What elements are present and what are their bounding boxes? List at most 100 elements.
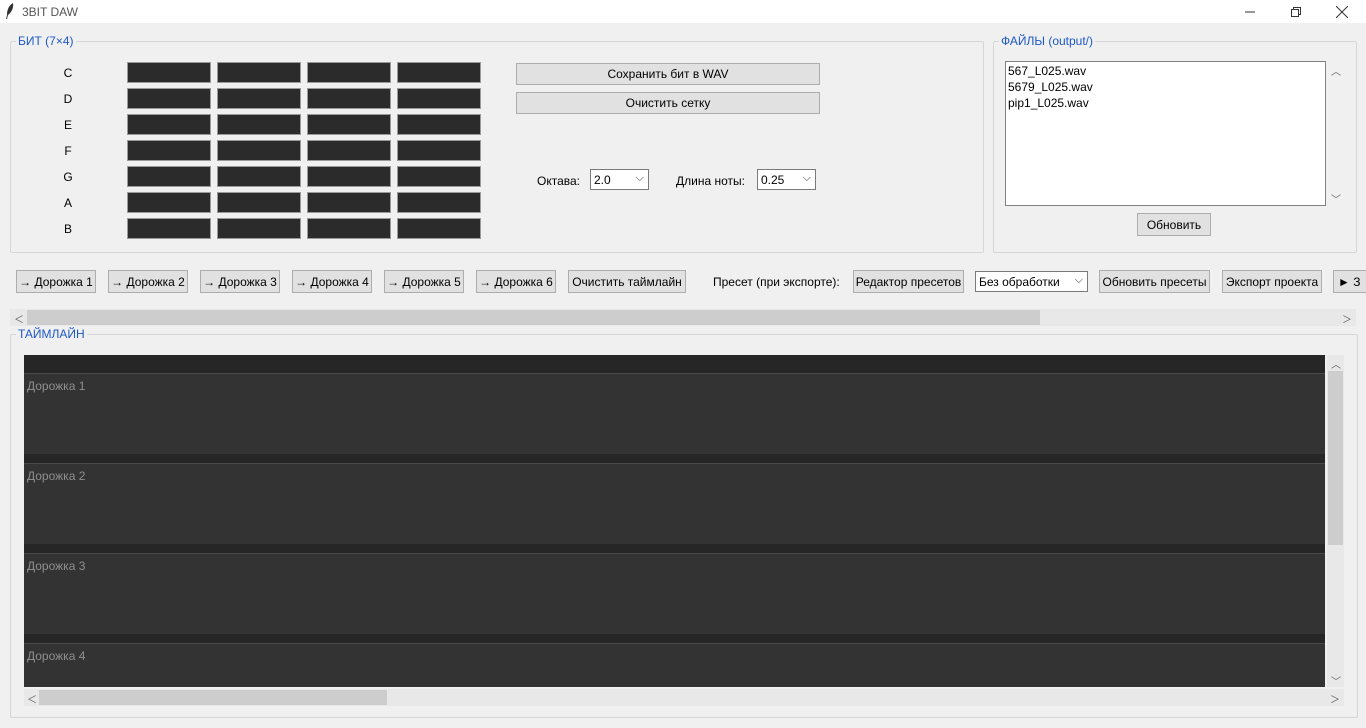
track-lane-3[interactable]: Дорожка 3 bbox=[24, 553, 1325, 634]
beat-cell[interactable] bbox=[217, 218, 301, 239]
beat-cell[interactable] bbox=[307, 166, 391, 187]
beat-cell[interactable] bbox=[127, 62, 211, 83]
beat-cell[interactable] bbox=[217, 88, 301, 109]
note-label-d: D bbox=[63, 92, 73, 106]
chevron-down-icon: ⌵ bbox=[1074, 274, 1083, 286]
note-label-b: B bbox=[63, 222, 72, 236]
beat-cell[interactable] bbox=[397, 140, 481, 161]
clear-timeline-button[interactable]: Очистить таймлайн bbox=[568, 270, 686, 293]
chevron-down-icon: ⌵ bbox=[635, 172, 644, 184]
restore-icon bbox=[1291, 6, 1301, 17]
beat-cell[interactable] bbox=[127, 114, 211, 135]
window-title: 3BIT DAW bbox=[22, 5, 79, 19]
beat-cell[interactable] bbox=[397, 114, 481, 135]
save-beat-wav-button[interactable]: Сохранить бит в WAV bbox=[516, 63, 820, 85]
close-icon bbox=[1336, 5, 1348, 18]
beat-cell[interactable] bbox=[397, 192, 481, 213]
beat-cell[interactable] bbox=[397, 62, 481, 83]
timeline-group-label: ТАЙМЛАЙН bbox=[16, 327, 87, 341]
scroll-down-icon[interactable]: ﹀ bbox=[1331, 191, 1341, 206]
minimize-icon bbox=[1245, 11, 1255, 12]
beat-cell[interactable] bbox=[307, 114, 391, 135]
note-label-f: F bbox=[64, 144, 72, 158]
note-length-select[interactable]: 0.25 ⌵ bbox=[757, 169, 816, 190]
restore-button[interactable] bbox=[1273, 0, 1319, 23]
timeline-vscroll-thumb[interactable] bbox=[1328, 371, 1343, 545]
scroll-left-icon[interactable]: ＜ bbox=[27, 691, 37, 706]
scroll-left-icon[interactable]: ＜ bbox=[14, 311, 24, 326]
octave-value: 2.0 bbox=[594, 173, 611, 187]
note-label-g: G bbox=[63, 170, 73, 184]
beat-cell[interactable] bbox=[217, 62, 301, 83]
timeline-vscrollbar[interactable]: ︿ ﹀ bbox=[1327, 355, 1344, 688]
beat-cell[interactable] bbox=[397, 88, 481, 109]
files-group-label: ФАЙЛЫ (output/) bbox=[999, 34, 1096, 48]
feather-icon bbox=[6, 3, 14, 19]
beat-cell[interactable] bbox=[307, 218, 391, 239]
scroll-right-icon[interactable]: ＞ bbox=[1330, 691, 1340, 706]
send-to-track-6-button[interactable]: → Дорожка 6 bbox=[476, 270, 556, 293]
scroll-up-icon[interactable]: ︿ bbox=[1331, 63, 1341, 78]
send-to-track-2-button[interactable]: → Дорожка 2 bbox=[108, 270, 188, 293]
preset-editor-button[interactable]: Редактор пресетов bbox=[853, 270, 964, 293]
beat-cell[interactable] bbox=[307, 192, 391, 213]
list-item[interactable]: 567_L025.wav bbox=[1008, 64, 1086, 78]
track-label: Дорожка 1 bbox=[27, 379, 86, 393]
beat-cell[interactable] bbox=[127, 218, 211, 239]
chevron-down-icon: ⌵ bbox=[802, 172, 811, 184]
toolbar-scroll-thumb[interactable] bbox=[27, 310, 1040, 325]
beat-cell[interactable] bbox=[127, 166, 211, 187]
track-lane-4[interactable]: Дорожка 4 bbox=[24, 643, 1325, 687]
refresh-files-button[interactable]: Обновить bbox=[1137, 213, 1211, 236]
beat-cell[interactable] bbox=[307, 62, 391, 83]
beat-cell[interactable] bbox=[307, 88, 391, 109]
beat-cell[interactable] bbox=[397, 218, 481, 239]
beat-cell[interactable] bbox=[217, 114, 301, 135]
list-item[interactable]: 5679_L025.wav bbox=[1008, 80, 1093, 94]
refresh-presets-button[interactable]: Обновить пресеты bbox=[1099, 270, 1210, 293]
minimize-button[interactable] bbox=[1227, 0, 1273, 23]
files-listbox[interactable]: 567_L025.wav 5679_L025.wav pip1_L025.wav bbox=[1005, 61, 1326, 206]
scroll-up-icon[interactable]: ︿ bbox=[1331, 356, 1341, 371]
preset-label: Пресет (при экспорте): bbox=[713, 275, 840, 289]
beat-cell[interactable] bbox=[217, 140, 301, 161]
beat-cell[interactable] bbox=[217, 192, 301, 213]
files-vscrollbar[interactable]: ︿ ﹀ bbox=[1327, 61, 1344, 206]
close-button[interactable] bbox=[1319, 0, 1365, 23]
beat-cell[interactable] bbox=[127, 140, 211, 161]
clear-grid-button[interactable]: Очистить сетку bbox=[516, 92, 820, 114]
beat-cell[interactable] bbox=[397, 166, 481, 187]
timeline-canvas[interactable]: Дорожка 1 Дорожка 2 Дорожка 3 Дорожка 4 bbox=[24, 355, 1325, 687]
note-label-c: C bbox=[63, 66, 73, 80]
track-lane-1[interactable]: Дорожка 1 bbox=[24, 373, 1325, 454]
beat-cell[interactable] bbox=[217, 166, 301, 187]
note-label-e: E bbox=[63, 118, 72, 132]
toolbar-hscrollbar[interactable]: ＜ ＞ bbox=[10, 309, 1356, 326]
beat-cell[interactable] bbox=[127, 192, 211, 213]
send-to-track-1-button[interactable]: → Дорожка 1 bbox=[16, 270, 96, 293]
preset-value: Без обработки bbox=[979, 275, 1060, 289]
title-bar: 3BIT DAW bbox=[0, 0, 1366, 23]
preset-select[interactable]: Без обработки ⌵ bbox=[975, 271, 1088, 292]
note-label-a: A bbox=[63, 196, 72, 210]
timeline-hscroll-thumb[interactable] bbox=[39, 690, 387, 705]
timeline-hscrollbar[interactable]: ＜ ＞ bbox=[24, 689, 1344, 706]
octave-label: Октава: bbox=[537, 174, 581, 188]
send-to-track-5-button[interactable]: → Дорожка 5 bbox=[384, 270, 464, 293]
play-button[interactable]: ► З bbox=[1333, 270, 1366, 293]
send-to-track-3-button[interactable]: → Дорожка 3 bbox=[200, 270, 280, 293]
export-project-button[interactable]: Экспорт проекта bbox=[1222, 270, 1322, 293]
track-lane-2[interactable]: Дорожка 2 bbox=[24, 463, 1325, 544]
send-to-track-4-button[interactable]: → Дорожка 4 bbox=[292, 270, 372, 293]
scroll-right-icon[interactable]: ＞ bbox=[1342, 311, 1352, 326]
list-item[interactable]: pip1_L025.wav bbox=[1008, 96, 1089, 110]
note-length-label: Длина ноты: bbox=[676, 174, 745, 188]
track-label: Дорожка 3 bbox=[27, 559, 86, 573]
track-label: Дорожка 2 bbox=[27, 469, 86, 483]
beat-cell[interactable] bbox=[307, 140, 391, 161]
octave-select[interactable]: 2.0 ⌵ bbox=[590, 169, 649, 190]
beat-group-label: БИТ (7×4) bbox=[16, 34, 76, 48]
scroll-down-icon[interactable]: ﹀ bbox=[1331, 673, 1341, 688]
beat-cell[interactable] bbox=[127, 88, 211, 109]
note-length-value: 0.25 bbox=[761, 173, 785, 187]
